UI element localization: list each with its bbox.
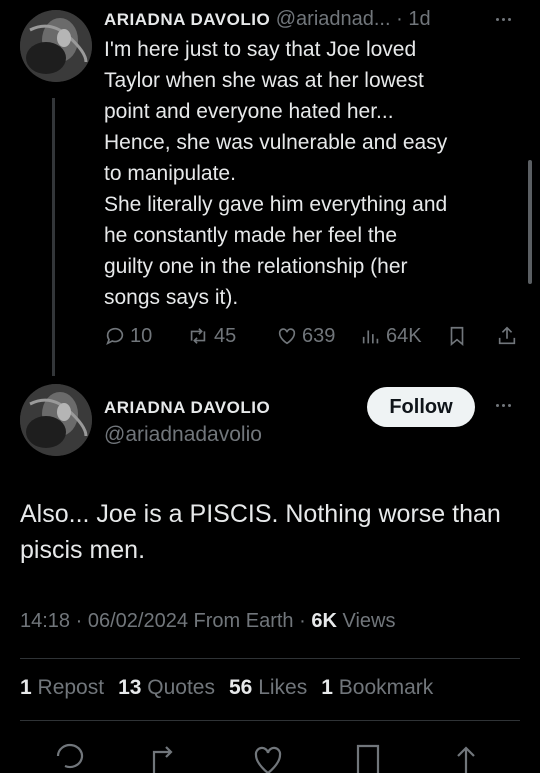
divider [20,720,520,721]
display-name[interactable]: ARIADNA DAVOLIO [104,10,270,29]
views-count: 6K [311,610,337,632]
avatar[interactable] [20,10,92,82]
bookmark-button[interactable] [446,320,468,352]
handle[interactable]: @ariadnad... [276,8,391,30]
tweet-meta: 14:18 · 06/02/2024 From Earth · 6K Views [20,610,396,632]
views-count: 64K [386,324,422,347]
reposts-stat[interactable]: 1 Repost [20,676,104,700]
like-count: 639 [302,324,336,347]
more-icon[interactable] [496,18,511,21]
views-icon [362,330,379,344]
thread-line [52,98,55,376]
reply-header: ARIADNA DAVOLIO @ariadnad... · 1d [104,8,431,31]
display-name[interactable]: ARIADNA DAVOLIO [104,398,270,418]
reply-icon[interactable] [54,740,86,773]
like-button[interactable]: 639 [276,320,335,352]
repost-count: 45 [214,324,237,347]
more-icon[interactable] [496,404,511,407]
repost-button[interactable]: 45 [186,320,236,352]
reply-button[interactable]: 10 [104,320,152,352]
share-icon[interactable] [452,742,480,773]
repost-icon[interactable] [148,742,182,773]
scrollbar[interactable] [528,160,532,284]
share-icon [498,326,516,345]
views-label: Views [342,610,396,632]
follow-button[interactable]: Follow [367,387,475,427]
tweet-date[interactable]: 06/02/2024 [88,610,188,632]
quotes-stat[interactable]: 13 Quotes [118,676,215,700]
share-button[interactable] [496,320,518,352]
timestamp[interactable]: 1d [408,8,430,30]
divider [20,658,520,659]
views-button[interactable]: 64K [360,320,422,352]
bookmark-icon [450,326,464,347]
avatar[interactable] [20,384,92,456]
tweet-source: From Earth [193,610,294,632]
reply-icon [106,327,124,346]
reply-text: I'm here just to say that Joe loved Tayl… [104,38,448,309]
engagement-stats: 1 Repost 13 Quotes 56 Likes 1 Bookmark [20,676,433,700]
likes-stat[interactable]: 56 Likes [229,676,307,700]
separator: · [396,8,403,30]
tweet-time[interactable]: 14:18 [20,610,70,632]
handle[interactable]: @ariadnadavolio [104,423,262,447]
heart-icon [278,328,296,345]
heart-icon[interactable] [252,742,284,773]
repost-icon [190,328,206,344]
bookmark-icon[interactable] [354,742,382,773]
bookmarks-stat[interactable]: 1 Bookmark [321,676,433,700]
tweet-text: Also... Joe is a PISCIS. Nothing worse t… [20,500,501,564]
reply-count: 10 [130,324,153,347]
